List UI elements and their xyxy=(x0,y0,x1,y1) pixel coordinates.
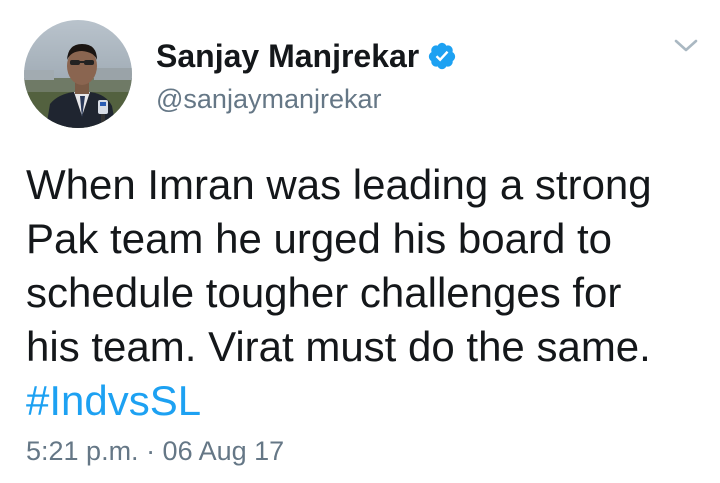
author-display-name[interactable]: Sanjay Manjrekar xyxy=(156,36,419,76)
chevron-down-icon[interactable] xyxy=(672,36,700,56)
tweet-text-line: his team. Virat must do the same. xyxy=(26,323,651,370)
tweet-timestamp[interactable]: 5:21 p.m. · 06 Aug 17 xyxy=(26,434,284,468)
tweet-text-line: When Imran was leading a strong xyxy=(26,161,652,208)
author-handle[interactable]: @sanjaymanjrekar xyxy=(156,82,382,116)
author-name-row: Sanjay Manjrekar xyxy=(156,34,457,78)
tweet-card: Sanjay Manjrekar @sanjaymanjrekar When I… xyxy=(0,0,720,483)
author-avatar[interactable] xyxy=(24,20,132,128)
avatar-image xyxy=(24,20,132,128)
tweet-text-line: schedule tougher challenges for xyxy=(26,269,622,316)
tweet-text-line: Pak team he urged his board to xyxy=(26,215,613,262)
tweet-text: When Imran was leading a strong Pak team… xyxy=(26,158,706,428)
verified-badge-icon xyxy=(427,41,457,71)
hashtag-link[interactable]: #IndvsSL xyxy=(26,377,201,424)
